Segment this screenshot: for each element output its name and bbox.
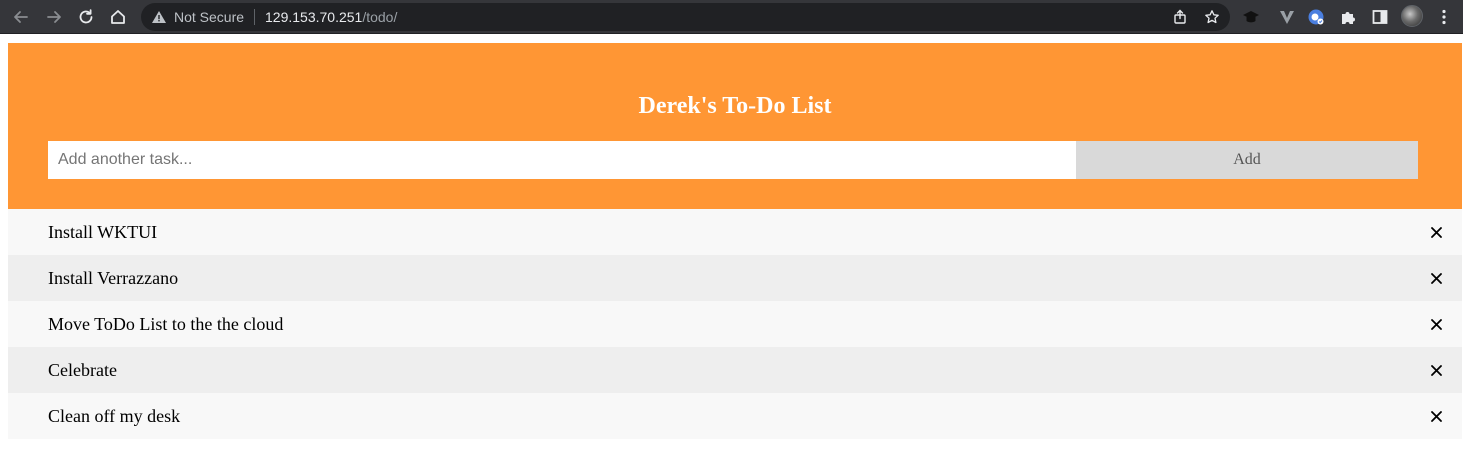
delete-task-button[interactable] — [1426, 222, 1446, 242]
page-title: Derek's To-Do List — [638, 93, 832, 119]
todo-item-text: Celebrate — [48, 360, 117, 380]
v-logo-icon — [1280, 11, 1294, 24]
delete-task-button[interactable] — [1426, 360, 1446, 380]
todo-item[interactable]: Move ToDo List to the the cloud — [8, 301, 1462, 347]
close-icon — [1430, 410, 1442, 422]
back-arrow-icon — [14, 11, 28, 23]
reload-icon — [79, 9, 93, 24]
home-icon — [111, 10, 125, 24]
globe-extension-icon — [1308, 9, 1324, 25]
todo-item[interactable]: Celebrate — [8, 347, 1462, 393]
share-icon — [1174, 9, 1186, 24]
url-path: /todo/ — [362, 9, 398, 25]
warning-icon — [152, 11, 166, 23]
todo-header: Derek's To-Do List Add — [8, 43, 1462, 209]
delete-task-button[interactable] — [1426, 268, 1446, 288]
extension-v-button[interactable] — [1277, 7, 1297, 27]
todo-item[interactable]: Install Verrazzano — [8, 255, 1462, 301]
close-icon — [1430, 272, 1442, 284]
bookmark-button[interactable] — [1203, 8, 1221, 26]
close-icon — [1430, 364, 1442, 376]
avatar[interactable] — [1401, 5, 1423, 27]
add-button[interactable]: Add — [1076, 141, 1418, 179]
todo-item-text: Install Verrazzano — [48, 268, 179, 288]
forward-arrow-icon — [47, 11, 61, 23]
todo-item-text: Install WKTUI — [48, 222, 158, 242]
reload-button[interactable] — [73, 4, 99, 30]
home-button[interactable] — [105, 4, 131, 30]
close-icon — [1430, 226, 1442, 238]
sidebar-icon — [1372, 10, 1388, 24]
url-text[interactable]: 129.153.70.251/todo/ — [265, 9, 397, 25]
url-host: 129.153.70.251 — [265, 9, 363, 25]
graduation-cap-icon — [1243, 11, 1259, 23]
security-status[interactable]: Not Secure — [174, 9, 244, 25]
address-bar[interactable]: Not Secure 129.153.70.251/todo/ — [141, 3, 1230, 31]
bookmark-star-icon — [1205, 10, 1219, 24]
todo-item[interactable]: Install WKTUI — [8, 209, 1462, 255]
extension-globe-button[interactable] — [1306, 7, 1326, 27]
address-divider — [254, 9, 255, 25]
browser-toolbar: Not Secure 129.153.70.251/todo/ — [0, 0, 1463, 34]
forward-button[interactable] — [41, 4, 67, 30]
close-icon — [1430, 318, 1442, 330]
extension-graduation-button[interactable] — [1241, 7, 1261, 27]
todo-item[interactable]: Clean off my desk — [8, 393, 1462, 439]
menu-button[interactable] — [1434, 7, 1454, 27]
new-task-input[interactable] — [48, 141, 1076, 179]
todo-item-text: Move ToDo List to the the cloud — [48, 314, 284, 334]
side-panel-button[interactable] — [1370, 7, 1390, 27]
todo-item-text: Clean off my desk — [48, 406, 181, 426]
delete-task-button[interactable] — [1426, 314, 1446, 334]
extensions-button[interactable] — [1338, 7, 1358, 27]
delete-task-button[interactable] — [1426, 406, 1446, 426]
puzzle-icon — [1342, 12, 1355, 24]
back-button[interactable] — [8, 4, 34, 30]
todo-list: Install WKTUI Install Verrazzano Move To… — [8, 209, 1462, 439]
more-vertical-icon — [1442, 9, 1446, 25]
share-button[interactable] — [1171, 8, 1189, 26]
